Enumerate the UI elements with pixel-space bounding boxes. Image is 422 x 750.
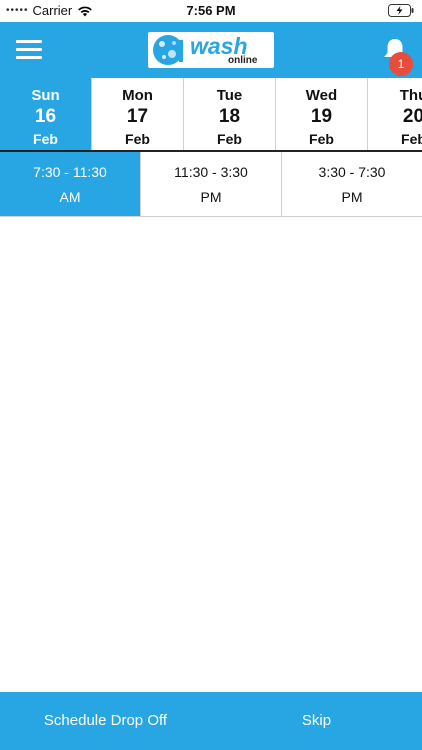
time-slot-morning[interactable]: 7:30 - 11:30 AM [0, 152, 141, 216]
day-date: 17 [126, 106, 149, 127]
battery-icon [388, 4, 414, 22]
day-tab-mon[interactable]: Mon 17 Feb [92, 78, 184, 150]
slot-period: PM [200, 189, 222, 205]
notification-badge: 1 [389, 52, 413, 76]
slot-time: 11:30 - 3:30 [174, 164, 248, 180]
day-name: Tue [216, 87, 243, 104]
bottom-action-bar: Schedule Drop Off Skip [0, 692, 422, 750]
slot-time: 7:30 - 11:30 [33, 164, 107, 180]
time-slot-afternoon[interactable]: 11:30 - 3:30 PM [141, 152, 282, 216]
app-header: wash online 1 [0, 22, 422, 78]
day-month: Feb [125, 131, 150, 147]
day-tab-tue[interactable]: Tue 18 Feb [184, 78, 276, 150]
time-slot-evening[interactable]: 3:30 - 7:30 PM [282, 152, 422, 216]
day-month: Feb [33, 131, 58, 147]
day-month: Feb [309, 131, 334, 147]
day-tab-wed[interactable]: Wed 19 Feb [276, 78, 368, 150]
menu-icon[interactable] [16, 40, 42, 60]
day-date: 18 [218, 106, 241, 127]
day-month: Feb [401, 131, 422, 147]
day-month: Feb [217, 131, 242, 147]
day-tab-thu[interactable]: Thu 20 Feb [368, 78, 422, 150]
schedule-drop-off-button[interactable]: Schedule Drop Off [0, 692, 211, 750]
day-name: Thu [399, 87, 422, 104]
app-logo: wash online [148, 32, 274, 68]
slot-period: PM [341, 189, 363, 205]
logo-subtext: online [228, 55, 258, 66]
bubbles-logo-icon [153, 35, 183, 65]
day-name: Wed [305, 87, 338, 104]
day-name: Mon [122, 87, 153, 104]
day-tab-sun[interactable]: Sun 16 Feb [0, 78, 92, 150]
slot-time: 3:30 - 7:30 [318, 164, 386, 180]
time-slot-selector: 7:30 - 11:30 AM 11:30 - 3:30 PM 3:30 - 7… [0, 152, 422, 217]
day-date: 19 [310, 106, 333, 127]
status-bar: ••••• Carrier 7:56 PM [0, 0, 422, 22]
day-selector: Sun 16 Feb Mon 17 Feb Tue 18 Feb Wed 19 … [0, 78, 422, 152]
day-date: 16 [34, 106, 57, 127]
day-name: Sun [31, 87, 60, 104]
skip-button[interactable]: Skip [211, 692, 422, 750]
day-date: 20 [402, 106, 422, 127]
status-time: 7:56 PM [186, 3, 236, 18]
slot-period: AM [59, 189, 81, 205]
